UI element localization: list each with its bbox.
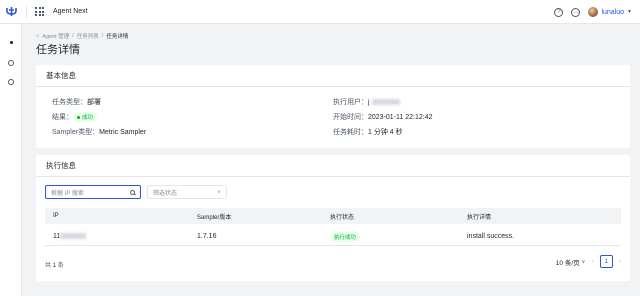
column-header-version: Sampler版本 xyxy=(197,214,232,221)
page-size-label: 10 条/页 xyxy=(555,259,580,267)
user-menu[interactable]: lunaluo ▼ xyxy=(588,7,632,17)
user-name: lunaluo xyxy=(601,8,625,16)
ip-value: 11 xyxy=(53,233,61,240)
sidebar-item-close-icon[interactable] xyxy=(8,60,14,66)
task-type-row: 任务类型： 部署 xyxy=(52,97,101,107)
page-number-button[interactable]: 1 xyxy=(599,255,613,268)
prev-page-icon[interactable]: ‹ xyxy=(591,258,593,265)
total-suffix: 条 xyxy=(57,263,64,269)
status-badge: 成功 xyxy=(73,112,98,122)
task-type-label: 任务类型： xyxy=(52,99,87,106)
total-prefix: 共 xyxy=(45,263,52,269)
cell-detail: install success. xyxy=(467,233,515,240)
home-icon: ⌂ xyxy=(36,33,40,39)
filter-placeholder: 筛选状态 xyxy=(153,190,178,197)
task-type-value: 部署 xyxy=(87,99,101,106)
basic-info-card: 基本信息 任务类型： 部署 执行用户： j 结果： 成功 开始时间： 2023-… xyxy=(36,65,630,148)
page-size-select[interactable]: 10 条/页 ∨ xyxy=(556,257,586,267)
column-header-status: 执行状态 xyxy=(330,214,355,221)
exec-user-label: 执行用户： xyxy=(333,99,368,106)
redacted-user xyxy=(371,99,400,105)
start-time-label: 开始时间： xyxy=(333,114,368,121)
sidebar-item-clock-icon[interactable] xyxy=(8,79,14,85)
breadcrumb-item-agent[interactable]: Agent 管理 xyxy=(42,32,69,40)
breadcrumb-item-task-list[interactable]: 任务列表 xyxy=(77,32,99,40)
page-title: 任务详情 xyxy=(36,44,80,56)
sampler-type-label: Sampler类型： xyxy=(52,129,100,136)
total-count: 共 1 条 xyxy=(45,260,64,269)
duration-row: 任务耗时： 1 分钟 4 秒 xyxy=(333,127,403,137)
status-badge: 执行成功 xyxy=(330,231,361,242)
cell-version: 1.7.16 xyxy=(197,233,217,240)
app-grid-icon[interactable] xyxy=(35,7,44,16)
pagination: 10 条/页 ∨ ‹ 1 › xyxy=(556,255,621,268)
app-title: Agent Next xyxy=(53,8,88,15)
breadcrumb: ⌂ Agent 管理 / 任务列表 / 任务详情 xyxy=(36,32,128,40)
exec-info-title: 执行信息 xyxy=(36,155,630,177)
success-dot-icon xyxy=(77,115,80,119)
exec-info-card: 执行信息 根据 IP 搜索 筛选状态 ∨ IP Sampler版本 执行状态 执… xyxy=(36,155,630,281)
search-icon[interactable] xyxy=(130,189,135,195)
table-row: 11 1.7.16 执行成功 install success. xyxy=(45,228,621,246)
header-actions: ? … lunaluo ▼ xyxy=(554,0,632,24)
status-filter-select[interactable]: 筛选状态 ∨ xyxy=(147,185,227,199)
cell-ip: 11 xyxy=(53,233,87,240)
start-time-value: 2023-01-11 22:12:42 xyxy=(368,113,433,121)
search-input[interactable]: 根据 IP 搜索 xyxy=(45,185,141,199)
cell-status: 执行成功 xyxy=(330,231,361,242)
duration-label: 任务耗时： xyxy=(333,129,368,136)
exec-user-value: j xyxy=(368,98,370,106)
avatar xyxy=(588,7,599,17)
sidebar xyxy=(0,24,22,296)
redacted-ip xyxy=(60,233,87,240)
basic-info-title: 基本信息 xyxy=(36,65,630,87)
sidebar-item-home-icon[interactable] xyxy=(10,41,13,44)
breadcrumb-separator: / xyxy=(72,33,74,39)
total-number: 1 xyxy=(52,263,57,269)
top-bar: Agent Next ? … lunaluo ▼ xyxy=(0,0,640,24)
column-header-ip: IP xyxy=(53,213,59,219)
result-row: 结果： 成功 xyxy=(52,112,98,122)
sampler-type-value: Metric Sampler xyxy=(99,128,147,136)
table-header: IP Sampler版本 执行状态 执行详情 xyxy=(45,208,621,224)
exec-user-row: 执行用户： j xyxy=(333,97,400,107)
chevron-down-icon: ▼ xyxy=(627,9,632,15)
breadcrumb-separator: / xyxy=(101,33,104,39)
search-placeholder: 根据 IP 搜索 xyxy=(51,190,84,197)
duration-value: 1 分钟 4 秒 xyxy=(368,129,403,136)
breadcrumb-item-current: 任务详情 xyxy=(106,34,129,40)
result-value: 成功 xyxy=(82,115,94,121)
chevron-down-icon: ∨ xyxy=(581,258,586,265)
column-header-detail: 执行详情 xyxy=(467,214,492,221)
next-page-icon[interactable]: › xyxy=(619,258,621,265)
chat-icon[interactable]: … xyxy=(571,7,581,17)
divider xyxy=(26,5,27,18)
app-logo-icon[interactable] xyxy=(0,0,22,24)
chevron-down-icon: ∨ xyxy=(217,189,221,195)
result-label: 结果： xyxy=(52,114,73,121)
start-time-row: 开始时间： 2023-01-11 22:12:42 xyxy=(333,112,432,122)
sampler-type-row: Sampler类型： Metric Sampler xyxy=(52,127,146,137)
question-icon[interactable]: ? xyxy=(554,7,564,17)
